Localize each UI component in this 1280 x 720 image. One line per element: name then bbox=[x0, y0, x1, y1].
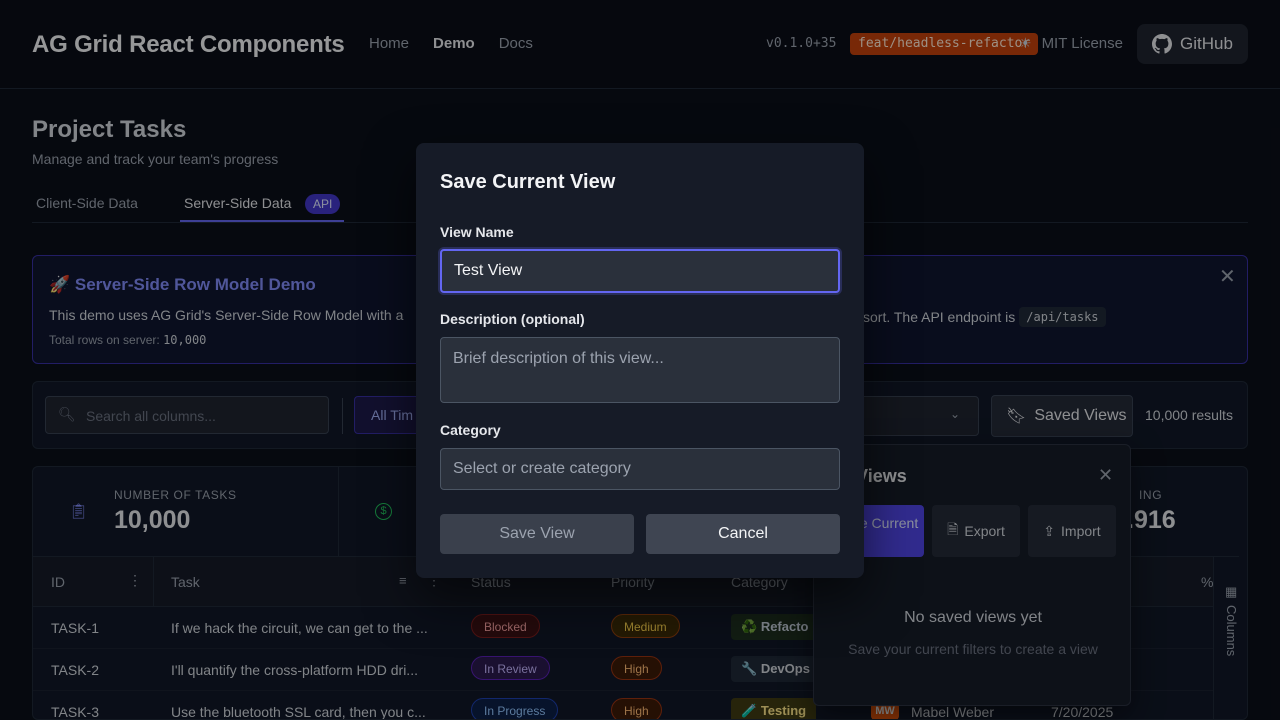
save-view-button[interactable]: Save View bbox=[440, 514, 634, 554]
category-input[interactable] bbox=[440, 448, 840, 490]
cancel-button[interactable]: Cancel bbox=[646, 514, 840, 554]
dialog-title: Save Current View bbox=[440, 171, 616, 193]
category-label: Category bbox=[440, 422, 501, 438]
view-name-label: View Name bbox=[440, 224, 514, 240]
description-input[interactable] bbox=[440, 337, 840, 403]
save-view-dialog: Save Current View View Name Description … bbox=[416, 143, 864, 578]
description-label: Description (optional) bbox=[440, 311, 585, 327]
view-name-input[interactable] bbox=[440, 249, 840, 293]
